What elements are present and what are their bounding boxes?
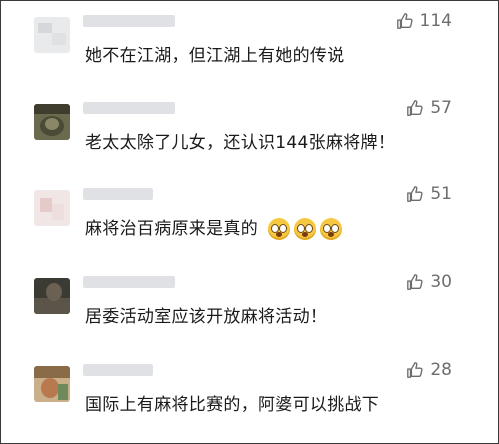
astonished-face-icon [319,218,342,240]
astonished-face-icon [267,218,290,240]
comment-item: 114 她不在江湖，但江湖上有她的传说 [1,5,498,91]
username-blurred[interactable] [83,15,175,27]
thumbs-up-icon [396,13,413,29]
like-button[interactable]: 28 [406,360,452,380]
comments-panel: 114 她不在江湖，但江湖上有她的传说 57 老太太除了儿女，还认识144张麻将… [0,0,499,444]
thumbs-up-icon [407,100,424,116]
username-blurred[interactable] [83,102,175,114]
avatar[interactable] [34,366,70,402]
username-blurred[interactable] [83,364,153,376]
comment-item: 28 国际上有麻将比赛的，阿婆可以挑战下 [1,354,498,440]
like-count: 57 [430,98,452,118]
comment-item: 51 麻将治百病原来是真的 [1,178,498,264]
like-count: 51 [430,184,452,204]
astonished-face-icon [293,218,316,240]
comment-text: 她不在江湖，但江湖上有她的传说 [85,46,345,66]
like-count: 114 [419,11,452,31]
like-count: 30 [430,272,452,292]
like-button[interactable]: 114 [396,11,452,31]
emoji-group [267,218,342,240]
avatar-image [34,104,70,140]
avatar[interactable] [34,190,70,226]
avatar[interactable] [34,17,70,53]
username-blurred[interactable] [83,276,175,288]
avatar-image [34,190,70,226]
comment-text: 麻将治百病原来是真的 [85,214,342,240]
thumbs-up-icon [407,186,424,202]
like-count: 28 [430,360,452,380]
comment-item: 30 居委活动室应该开放麻将活动！ [1,266,498,352]
avatar-image [34,366,70,402]
avatar-image [34,17,70,53]
comment-item: 57 老太太除了儿女，还认识144张麻将牌！ [1,92,498,178]
thumbs-up-icon [407,362,424,378]
thumbs-up-icon [407,274,424,290]
comment-text-body: 麻将治百病原来是真的 [85,219,258,239]
comment-text: 国际上有麻将比赛的，阿婆可以挑战下 [85,395,380,415]
like-button[interactable]: 57 [406,98,452,118]
avatar[interactable] [34,278,70,314]
username-blurred[interactable] [83,188,153,200]
like-button[interactable]: 30 [406,272,452,292]
avatar[interactable] [34,104,70,140]
comment-text: 老太太除了儿女，还认识144张麻将牌！ [85,133,396,153]
like-button[interactable]: 51 [406,184,452,204]
avatar-image [34,278,70,314]
comment-text: 居委活动室应该开放麻将活动！ [85,307,328,327]
